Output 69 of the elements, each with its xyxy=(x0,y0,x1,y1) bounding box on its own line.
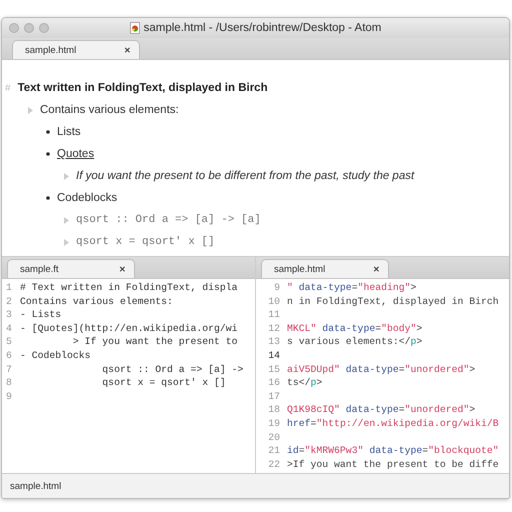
line-number: 13 xyxy=(267,335,281,349)
line-number: 19 xyxy=(267,416,281,431)
close-button[interactable] xyxy=(9,23,19,33)
line-number: 5 xyxy=(5,335,13,349)
disclosure-icon[interactable] xyxy=(28,106,33,114)
code-line: Contains various elements: xyxy=(20,294,173,308)
line-number: 10 xyxy=(267,294,281,308)
file-icon xyxy=(130,22,140,34)
line-number: 2 xyxy=(5,294,13,308)
outline-text: qsort :: Ord a => [a] -> [a] xyxy=(76,214,261,226)
link[interactable]: Quotes xyxy=(57,148,94,160)
disclosure-icon[interactable] xyxy=(64,216,69,224)
code-line: - Codeblocks xyxy=(20,348,91,363)
line-number: 3 xyxy=(5,308,13,322)
code-line: id="kMRW6Pw3" data-type="blockquote" xyxy=(287,444,499,458)
line-number: 9 xyxy=(273,281,281,295)
line-number: 6 xyxy=(5,348,13,363)
code-line: " data-type="heading"> xyxy=(287,281,416,295)
line-number: 22 xyxy=(267,458,281,472)
outline-text: Lists xyxy=(57,126,81,138)
close-icon[interactable]: ✕ xyxy=(124,46,131,54)
line-number: 11 xyxy=(267,308,281,322)
line-number: 4 xyxy=(5,322,13,336)
close-icon[interactable]: ✕ xyxy=(373,264,380,274)
outline-text: Text written in FoldingText, displayed in Birch xyxy=(18,82,268,94)
outline-text: qsort x = qsort' x [] xyxy=(76,236,215,248)
line-number: 15 xyxy=(267,362,281,376)
code-line: > If you want the present to xyxy=(72,335,238,349)
minimize-button[interactable] xyxy=(24,23,34,33)
code-line: - Lists xyxy=(20,308,62,322)
code-line: qsort x = qsort' x [] xyxy=(101,376,226,390)
line-number: 16 xyxy=(267,376,281,390)
line-number: 1 xyxy=(5,281,13,295)
line-number: 7 xyxy=(5,362,13,376)
line-number: 14 xyxy=(267,348,281,363)
disclosure-icon[interactable] xyxy=(64,238,69,246)
outline-text: Codeblocks xyxy=(57,192,118,204)
code-line: >If you want the present to be diffe xyxy=(287,458,499,472)
code-line: MKCL" data-type="body"> xyxy=(287,322,422,336)
editor-tab[interactable]: sample.html ✕ xyxy=(261,259,389,278)
line-number: 17 xyxy=(267,390,281,404)
line-number: 8 xyxy=(5,376,13,390)
line-number: 21 xyxy=(267,444,281,458)
line-number: 20 xyxy=(267,430,281,444)
line-number: 9 xyxy=(5,390,13,404)
bullet-icon xyxy=(46,196,50,200)
code-line: Q1K98cIQ" data-type="unordered"> xyxy=(287,403,476,417)
bullet-icon xyxy=(46,130,50,134)
code-line: ts</p> xyxy=(287,376,322,390)
code-line: # Text written in FoldingText, displa xyxy=(20,281,238,295)
outline-text: If you want the present to be different from the past, study the past xyxy=(76,170,414,182)
zoom-button[interactable] xyxy=(39,23,49,33)
code-line: qsort :: Ord a => [a] -> xyxy=(101,362,244,376)
outline-text: Contains various elements: xyxy=(40,104,179,116)
editor-tab[interactable]: sample.html ✕ xyxy=(12,40,140,59)
line-number: 12 xyxy=(267,322,281,336)
line-number: 18 xyxy=(267,403,281,417)
editor-tab[interactable]: sample.ft ✕ xyxy=(7,259,135,278)
status-file: sample.html xyxy=(10,480,62,492)
window-title: sample.html - /Users/robintrew/Desktop - Atom xyxy=(144,22,382,34)
code-line: n in FoldingText, displayed in Birch xyxy=(287,294,499,308)
disclosure-icon[interactable] xyxy=(64,172,69,180)
code-line: href="http://en.wikipedia.org/wiki/B xyxy=(287,416,499,431)
bullet-icon xyxy=(46,152,50,156)
code-line: aiV5DUpd" data-type="unordered"> xyxy=(287,362,476,376)
code-line: s various elements:</p> xyxy=(287,335,422,349)
code-line: - [Quotes](http://en.wikipedia.org/wi xyxy=(20,322,238,336)
close-icon[interactable]: ✕ xyxy=(119,264,126,274)
heading-marker: # xyxy=(5,82,11,94)
